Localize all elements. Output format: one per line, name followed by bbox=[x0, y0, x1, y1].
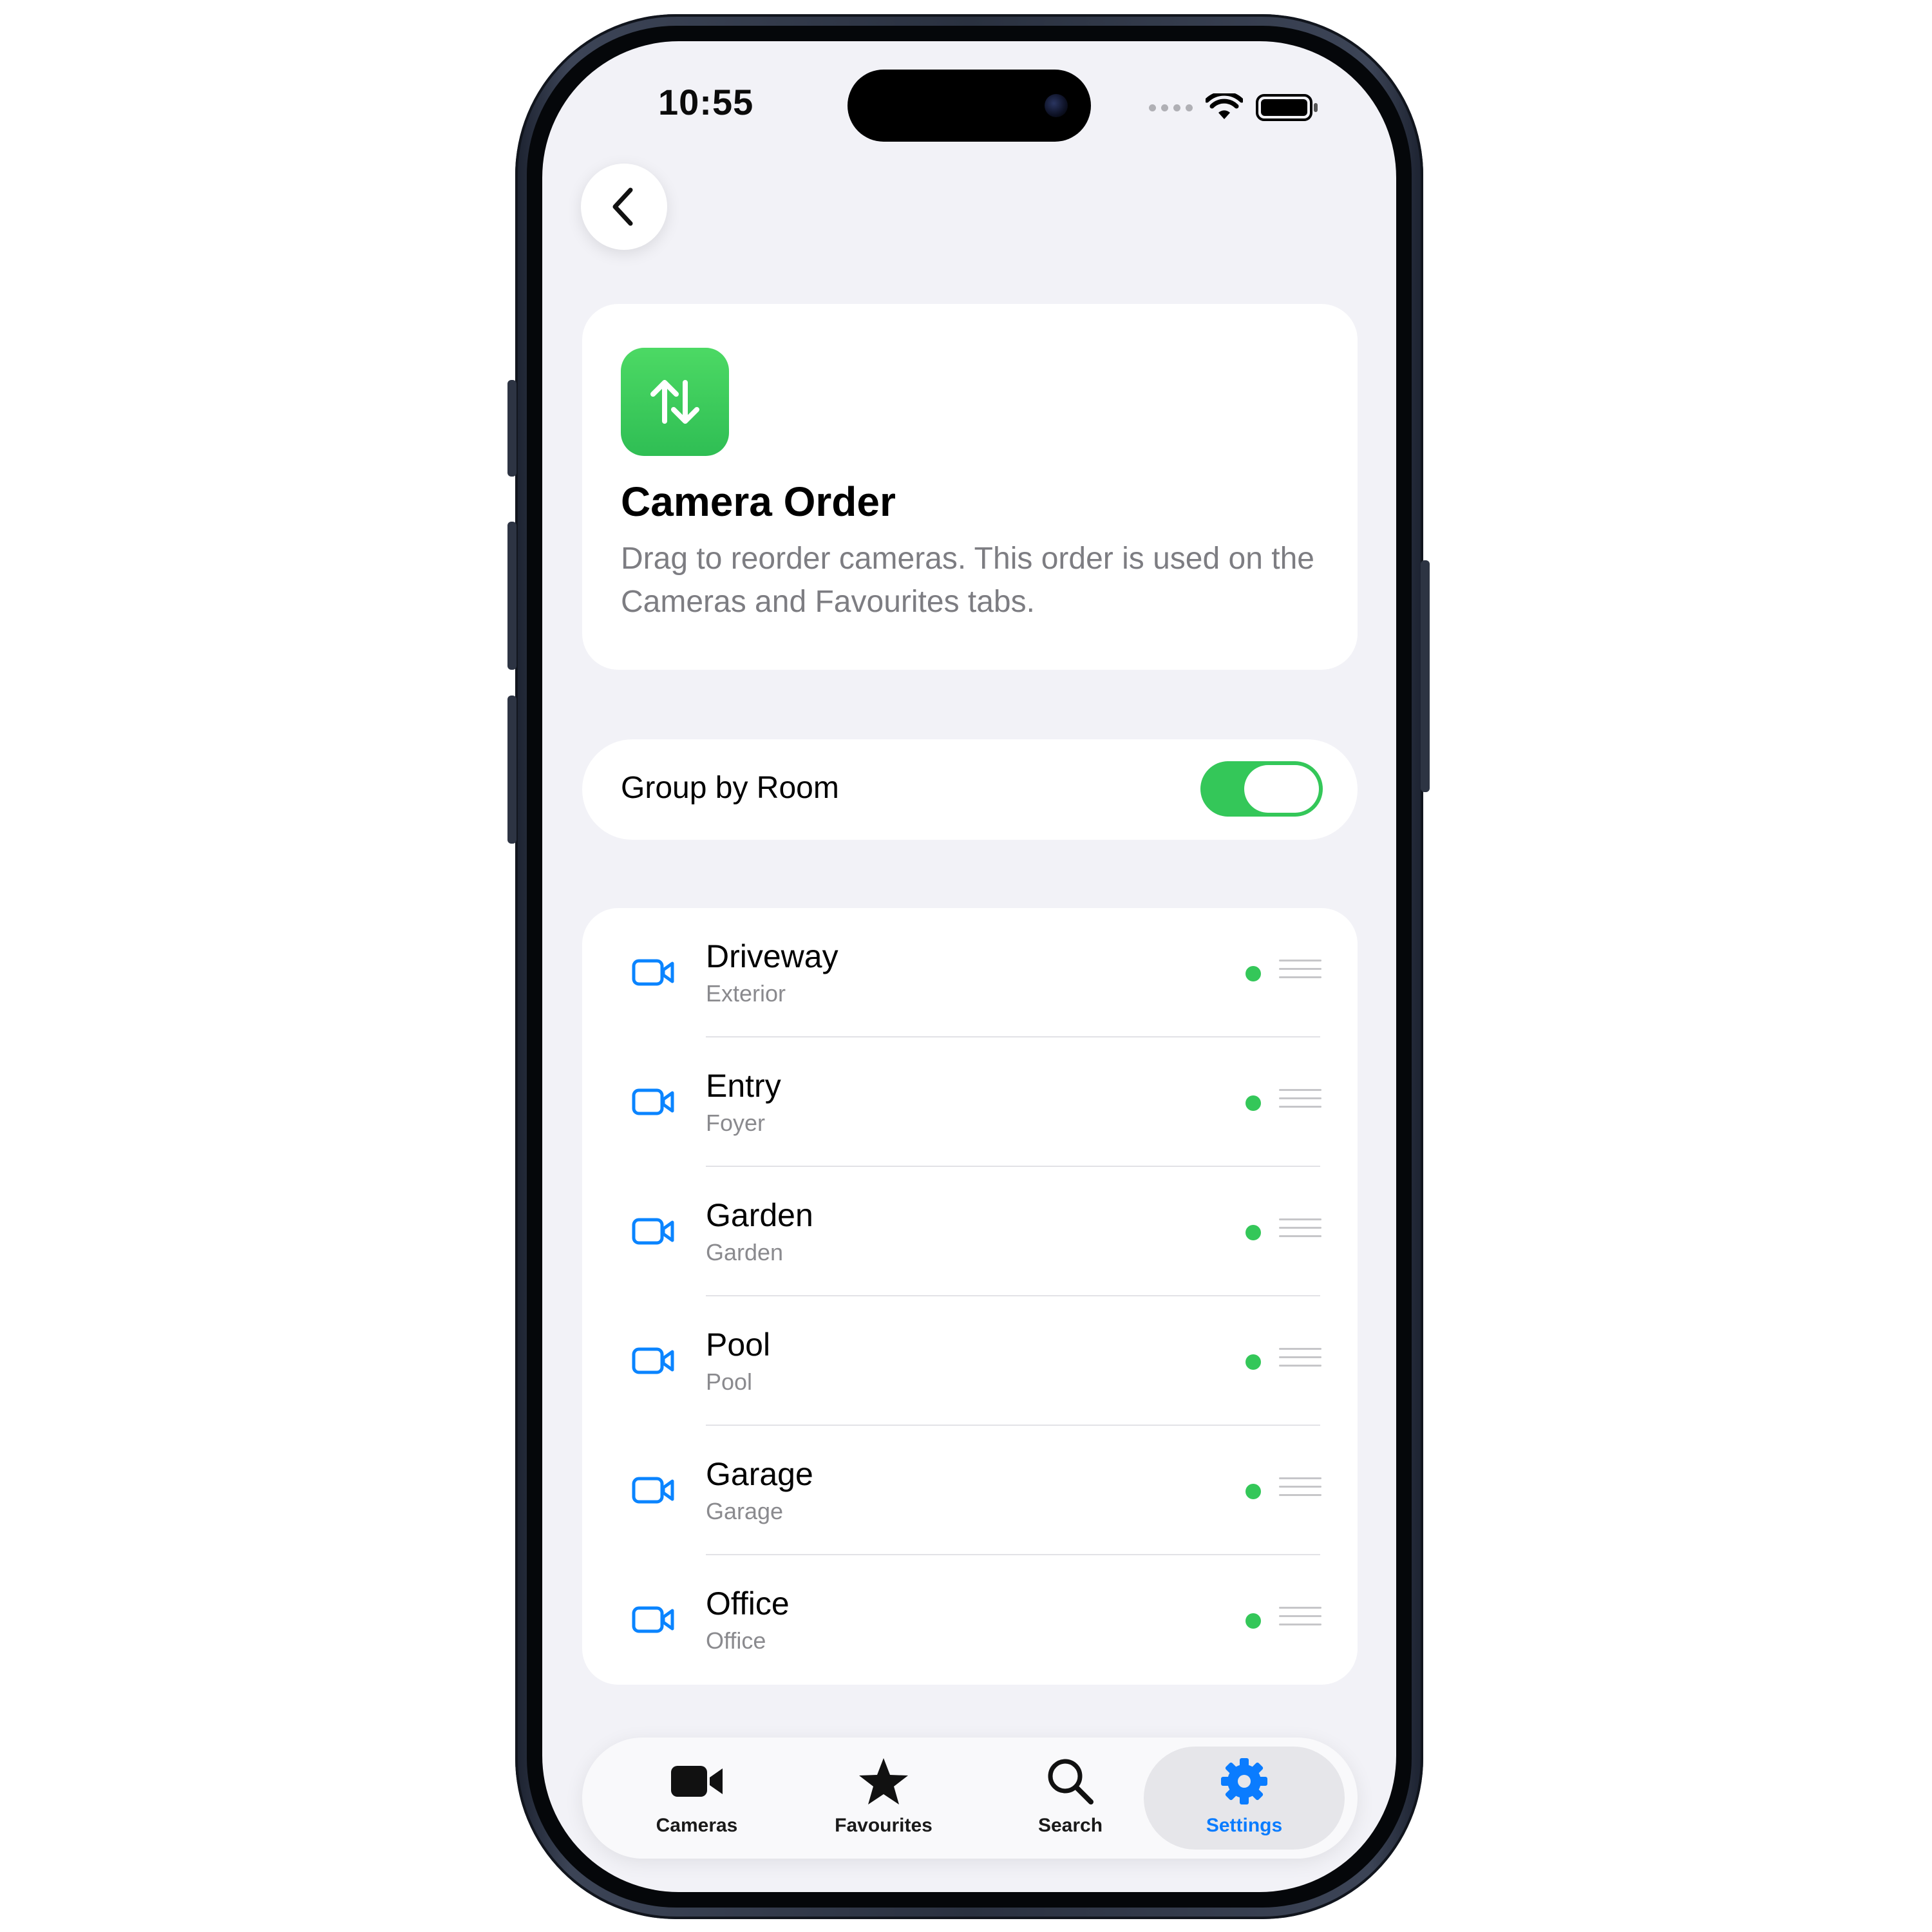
tab-search[interactable]: Search bbox=[970, 1747, 1171, 1850]
tab-favourites[interactable]: Favourites bbox=[783, 1747, 984, 1850]
camera-name: Office bbox=[706, 1586, 790, 1622]
chevron-left-icon bbox=[612, 187, 633, 226]
screen: 10:55 Camera Order Drag to reorder camer… bbox=[542, 41, 1396, 1892]
camera-room: Office bbox=[706, 1627, 766, 1654]
power-button bbox=[1421, 560, 1430, 792]
camera-name: Garden bbox=[706, 1197, 813, 1233]
drag-handle-icon[interactable] bbox=[1279, 960, 1321, 987]
tab-label: Settings bbox=[1206, 1815, 1283, 1836]
camera-room: Garden bbox=[706, 1239, 784, 1265]
online-status-dot bbox=[1245, 1354, 1261, 1370]
video-camera-icon bbox=[632, 1477, 674, 1504]
group-by-room-label: Group by Room bbox=[621, 771, 839, 805]
front-camera-icon bbox=[1045, 94, 1068, 117]
back-button[interactable] bbox=[581, 164, 667, 250]
page-description: Drag to reorder cameras. This order is u… bbox=[621, 542, 1314, 619]
online-status-dot bbox=[1245, 1225, 1261, 1240]
online-status-dot bbox=[1245, 1613, 1261, 1629]
arrows-up-down-icon bbox=[621, 348, 729, 456]
camera-row-garage[interactable]: Garage Garage bbox=[582, 1426, 1358, 1555]
camera-room: Exterior bbox=[706, 980, 786, 1007]
volume-down-button bbox=[507, 696, 516, 844]
camera-room: Garage bbox=[706, 1498, 784, 1524]
video-camera-icon bbox=[670, 1758, 724, 1804]
online-status-dot bbox=[1245, 1484, 1261, 1499]
tab-label: Search bbox=[1037, 1815, 1103, 1836]
online-status-dot bbox=[1245, 966, 1261, 981]
status-time: 10:55 bbox=[658, 82, 754, 122]
camera-row-office[interactable]: Office Office bbox=[582, 1555, 1358, 1685]
camera-list: Driveway Exterior Entry Foyer Garden Gar… bbox=[582, 908, 1358, 1685]
wifi-icon bbox=[1206, 93, 1243, 119]
star-icon bbox=[857, 1758, 911, 1804]
tab-label: Cameras bbox=[656, 1815, 738, 1836]
battery-icon bbox=[1256, 94, 1318, 121]
tab-settings[interactable]: Settings bbox=[1144, 1747, 1345, 1850]
action-button bbox=[507, 380, 516, 477]
camera-row-driveway[interactable]: Driveway Exterior bbox=[582, 908, 1358, 1037]
volume-up-button bbox=[507, 522, 516, 670]
page-title: Camera Order bbox=[621, 478, 896, 525]
drag-handle-icon[interactable] bbox=[1279, 1607, 1321, 1634]
cellular-signal-icon bbox=[1149, 104, 1193, 111]
video-camera-icon bbox=[632, 1347, 674, 1374]
magnifying-glass-icon bbox=[1043, 1758, 1097, 1804]
camera-row-entry[interactable]: Entry Foyer bbox=[582, 1037, 1358, 1167]
status-indicators bbox=[1149, 91, 1319, 124]
drag-handle-icon[interactable] bbox=[1279, 1348, 1321, 1375]
toggle-knob bbox=[1244, 765, 1319, 813]
video-camera-icon bbox=[632, 1606, 674, 1633]
camera-name: Pool bbox=[706, 1327, 771, 1363]
dynamic-island bbox=[848, 70, 1091, 142]
online-status-dot bbox=[1245, 1095, 1261, 1111]
camera-name: Driveway bbox=[706, 938, 838, 974]
camera-room: Foyer bbox=[706, 1110, 766, 1136]
video-camera-icon bbox=[632, 1088, 674, 1115]
tab-label: Favourites bbox=[835, 1815, 933, 1836]
camera-name: Garage bbox=[706, 1456, 813, 1492]
video-camera-icon bbox=[632, 1218, 674, 1245]
camera-name: Entry bbox=[706, 1068, 781, 1104]
group-by-room-toggle[interactable] bbox=[1200, 761, 1323, 817]
group-by-room-row: Group by Room bbox=[582, 739, 1358, 840]
camera-row-garden[interactable]: Garden Garden bbox=[582, 1167, 1358, 1296]
drag-handle-icon[interactable] bbox=[1279, 1477, 1321, 1504]
stage: 10:55 Camera Order Drag to reorder camer… bbox=[0, 0, 1932, 1932]
video-camera-icon bbox=[632, 959, 674, 986]
camera-row-pool[interactable]: Pool Pool bbox=[582, 1296, 1358, 1426]
gear-icon bbox=[1217, 1758, 1271, 1804]
drag-handle-icon[interactable] bbox=[1279, 1089, 1321, 1116]
camera-room: Pool bbox=[706, 1368, 753, 1395]
drag-handle-icon[interactable] bbox=[1279, 1218, 1321, 1245]
tab-bar: Cameras Favourites Search Settings bbox=[582, 1738, 1358, 1859]
header-card: Camera Order Drag to reorder cameras. Th… bbox=[582, 304, 1358, 670]
tab-cameras[interactable]: Cameras bbox=[596, 1747, 797, 1850]
